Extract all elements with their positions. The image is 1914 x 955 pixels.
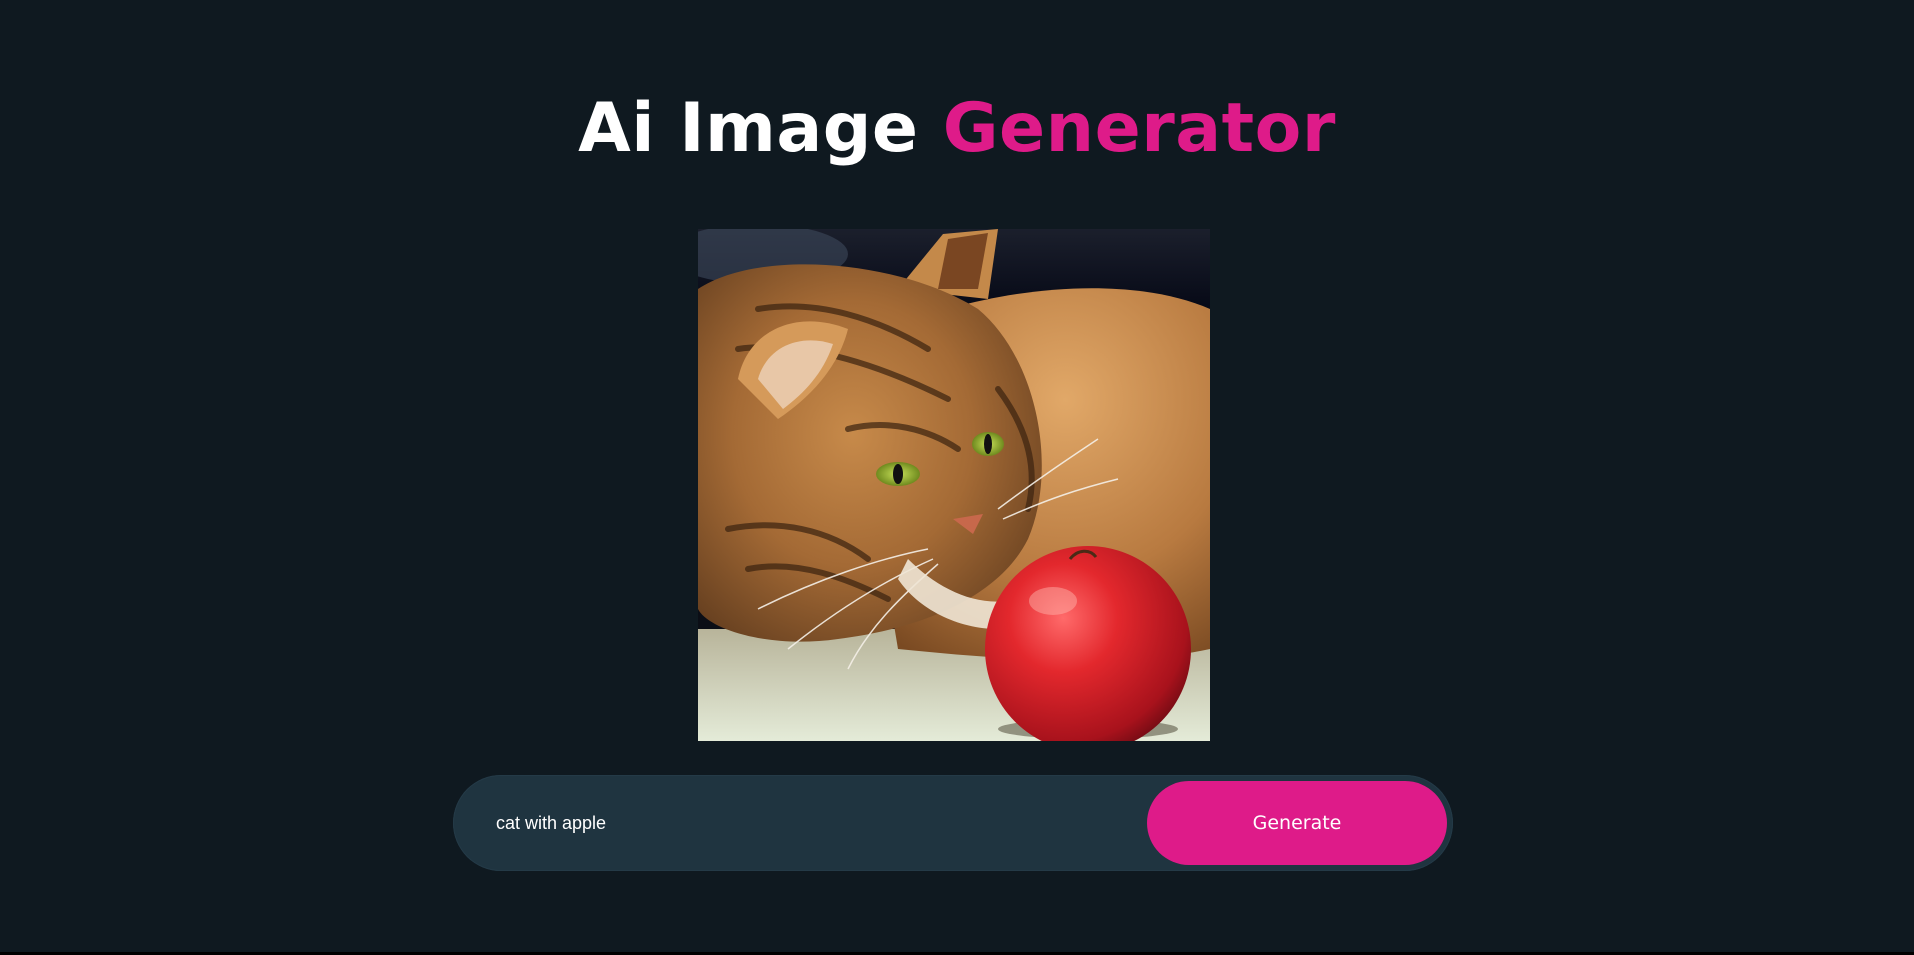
generated-image — [698, 229, 1210, 741]
prompt-bar: Generate — [453, 775, 1453, 871]
page-title: Ai Image Generator — [0, 86, 1914, 172]
app-page: Ai Image Generator cat with apple Genera… — [0, 0, 1914, 955]
title-main: Ai Image — [578, 89, 919, 168]
generate-button[interactable]: Generate — [1147, 781, 1447, 865]
prompt-input[interactable] — [493, 799, 1096, 847]
cat-apple-illustration — [698, 229, 1210, 741]
title-accent: Generator — [942, 89, 1336, 168]
